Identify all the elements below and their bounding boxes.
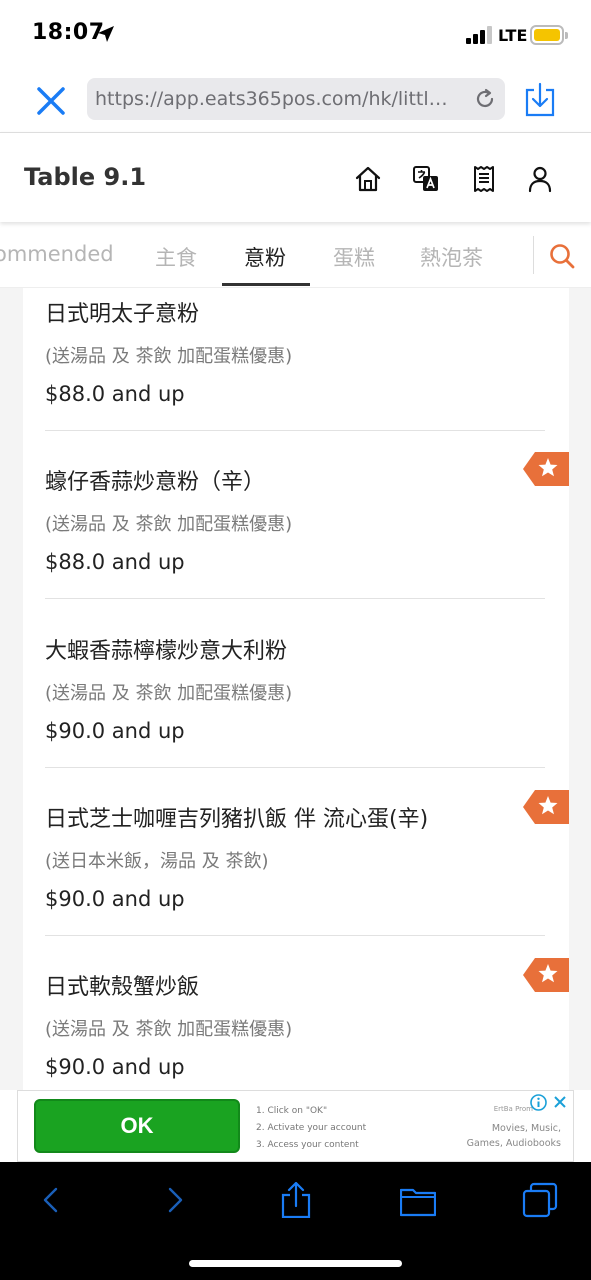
item-name: 日式明太子意粉 bbox=[45, 302, 200, 327]
item-description: (送日本米飯，湯品 及 茶飲) bbox=[45, 851, 269, 872]
ad-steps: 1. Click on "OK" 2. Activate your accoun… bbox=[256, 1103, 366, 1154]
item-separator bbox=[45, 430, 545, 431]
ad-tagline: Movies, Music, Games, Audiobooks bbox=[467, 1121, 561, 1151]
menu-item[interactable]: 大蝦香蒜檸檬炒意大利粉 (送湯品 及 茶飲 加配蛋糕優惠) $90.0 and … bbox=[45, 605, 545, 773]
recommended-star-icon bbox=[523, 452, 569, 486]
receipt-icon[interactable] bbox=[470, 165, 498, 193]
user-icon[interactable] bbox=[526, 165, 554, 193]
ad-info-icon[interactable] bbox=[530, 1094, 547, 1111]
bookmarks-folder-icon[interactable] bbox=[400, 1182, 436, 1218]
item-price: $88.0 and up bbox=[45, 550, 185, 574]
tabs-icon[interactable] bbox=[522, 1182, 558, 1218]
item-separator bbox=[45, 598, 545, 599]
item-separator bbox=[45, 935, 545, 936]
item-separator bbox=[45, 767, 545, 768]
browser-toolbar bbox=[0, 1162, 591, 1280]
location-arrow-icon bbox=[98, 26, 114, 42]
tab-divider bbox=[533, 236, 534, 274]
item-description: (送湯品 及 茶飲 加配蛋糕優惠) bbox=[45, 346, 293, 367]
item-name: 日式軟殼蟹炒飯 bbox=[45, 975, 200, 1000]
menu-item[interactable]: 日式芝士咖喱吉列豬扒飯 伴 流心蛋(辛) (送日本米飯，湯品 及 茶飲) $90… bbox=[45, 773, 545, 941]
ad-step: 2. Activate your account bbox=[256, 1123, 367, 1133]
item-description: (送湯品 及 茶飲 加配蛋糕優惠) bbox=[45, 683, 293, 704]
home-icon[interactable] bbox=[354, 165, 382, 193]
menu-list: 日式明太子意粉 (送湯品 及 茶飲 加配蛋糕優惠) $88.0 and up 蠔… bbox=[23, 288, 569, 1090]
ad-ok-button[interactable]: OK bbox=[34, 1099, 240, 1153]
item-description: (送湯品 及 茶飲 加配蛋糕優惠) bbox=[45, 514, 293, 535]
status-time: 18:07 bbox=[32, 20, 105, 45]
status-bar: 18:07 LTE bbox=[0, 0, 591, 70]
tab-pasta[interactable]: 意粉 bbox=[244, 242, 286, 272]
back-icon[interactable] bbox=[34, 1182, 70, 1218]
category-tabs: ommended 主食 意粉 蛋糕 熱泡茶 bbox=[0, 222, 591, 288]
item-price: $90.0 and up bbox=[45, 887, 185, 911]
menu-item[interactable]: 蠔仔香蒜炒意粉（辛） (送湯品 及 茶飲 加配蛋糕優惠) $88.0 and u… bbox=[45, 436, 545, 604]
ad-tagline-line: Movies, Music, bbox=[491, 1123, 561, 1134]
item-name: 大蝦香蒜檸檬炒意大利粉 bbox=[45, 639, 288, 664]
tab-hot-tea[interactable]: 熱泡茶 bbox=[420, 242, 483, 272]
item-price: $88.0 and up bbox=[45, 382, 185, 406]
menu-item[interactable]: 日式明太子意粉 (送湯品 及 茶飲 加配蛋糕優惠) $88.0 and up bbox=[45, 288, 545, 436]
share-icon[interactable] bbox=[278, 1182, 314, 1218]
item-price: $90.0 and up bbox=[45, 1055, 185, 1079]
item-name: 日式芝士咖喱吉列豬扒飯 伴 流心蛋(辛) bbox=[45, 807, 429, 832]
active-tab-indicator bbox=[222, 283, 310, 286]
recommended-star-icon bbox=[523, 790, 569, 824]
browser-url-bar: https://app.eats365pos.com/hk/littlei... bbox=[0, 70, 591, 132]
url-text: https://app.eats365pos.com/hk/littlei... bbox=[95, 88, 455, 110]
item-price: $90.0 and up bbox=[45, 719, 185, 743]
recommended-star-icon bbox=[523, 958, 569, 992]
tab-cake[interactable]: 蛋糕 bbox=[333, 242, 375, 272]
tab-recommended[interactable]: ommended bbox=[0, 242, 114, 266]
reload-icon[interactable] bbox=[473, 87, 497, 111]
search-icon[interactable] bbox=[548, 242, 576, 270]
app-header: Table 9.1 bbox=[0, 132, 591, 222]
ad-tagline-line: Games, Audiobooks bbox=[466, 1138, 561, 1149]
home-indicator bbox=[189, 1260, 402, 1267]
battery-icon bbox=[530, 25, 568, 45]
download-icon[interactable] bbox=[524, 82, 556, 118]
ad-brand: ErtBa Prom bbox=[493, 1105, 533, 1113]
signal-strength-icon bbox=[466, 26, 492, 44]
ad-step: 3. Access your content bbox=[256, 1140, 359, 1150]
forward-icon[interactable] bbox=[156, 1182, 192, 1218]
translate-icon[interactable] bbox=[412, 165, 440, 193]
menu-item[interactable]: 日式軟殼蟹炒飯 (送湯品 及 茶飲 加配蛋糕優惠) $90.0 and up bbox=[45, 941, 545, 1090]
ad-banner[interactable]: OK 1. Click on "OK" 2. Activate your acc… bbox=[17, 1090, 574, 1162]
url-field[interactable]: https://app.eats365pos.com/hk/littlei... bbox=[87, 78, 505, 120]
item-description: (送湯品 及 茶飲 加配蛋糕優惠) bbox=[45, 1019, 293, 1040]
tab-main-dishes[interactable]: 主食 bbox=[155, 242, 197, 272]
network-label: LTE bbox=[498, 26, 528, 45]
ad-close-icon[interactable] bbox=[553, 1095, 567, 1109]
close-icon[interactable] bbox=[34, 84, 68, 118]
item-name: 蠔仔香蒜炒意粉（辛） bbox=[45, 470, 266, 495]
ad-step: 1. Click on "OK" bbox=[256, 1106, 328, 1116]
table-title: Table 9.1 bbox=[24, 163, 147, 191]
